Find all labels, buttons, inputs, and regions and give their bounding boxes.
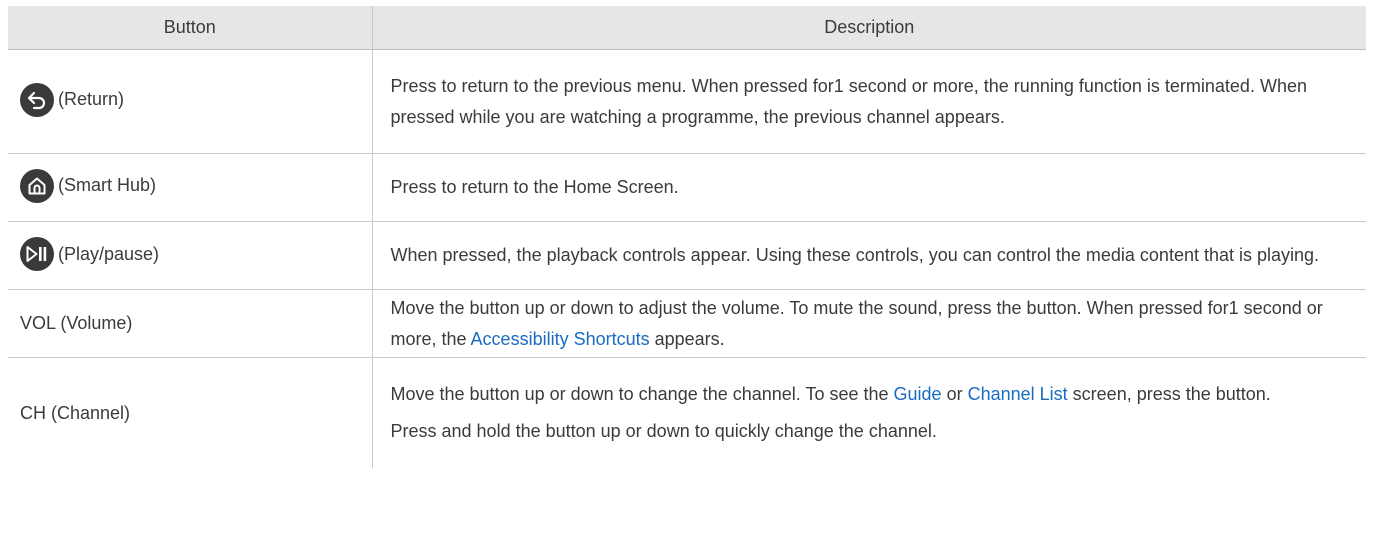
button-cell: (Play/pause) — [8, 221, 373, 290]
channel-list-link[interactable]: Channel List — [968, 384, 1068, 404]
description-smart-hub: Press to return to the Home Screen. — [372, 153, 1366, 222]
description-channel-para-1: Move the button up or down to change the… — [391, 379, 1353, 410]
description-return: Press to return to the previous menu. Wh… — [372, 49, 1366, 154]
description-volume-tail: appears. — [649, 328, 725, 349]
button-cell: (Return) — [8, 49, 373, 154]
description-channel: Move the button up or down to change the… — [372, 358, 1366, 469]
description-channel-para-2: Press and hold the button up or down to … — [390, 421, 937, 441]
description-play-pause: When pressed, the playback controls appe… — [372, 221, 1366, 290]
header-button: Button — [8, 6, 373, 50]
button-label-play-pause: (Play/pause) — [58, 243, 160, 264]
button-label-volume: VOL (Volume) — [8, 289, 373, 358]
description-channel-tail: screen, press the button. — [1067, 384, 1271, 404]
table-row: (Play/pause) When pressed, the playback … — [8, 221, 1366, 290]
accessibility-shortcuts-link[interactable]: Accessibility Shortcuts — [471, 329, 650, 349]
table-header-row: Button Description — [8, 6, 1366, 50]
description-volume: Move the button up or down to adjust the… — [372, 289, 1366, 358]
table-row: (Smart Hub) Press to return to the Home … — [8, 153, 1366, 222]
table-row: CH (Channel) Move the button up or down … — [8, 357, 1366, 469]
button-label-return: (Return) — [58, 89, 125, 109]
table-row: VOL (Volume) Move the button up or down … — [8, 289, 1366, 358]
header-description: Description — [372, 6, 1366, 50]
description-channel-or: or — [941, 384, 968, 404]
button-label-smart-hub: (Smart Hub) — [58, 175, 157, 195]
play-pause-icon — [20, 237, 54, 271]
description-channel-text: Move the button up or down to change the… — [390, 384, 894, 404]
button-cell: (Smart Hub) — [8, 153, 373, 222]
guide-link[interactable]: Guide — [894, 384, 942, 404]
table-row: (Return) Press to return to the previous… — [8, 49, 1366, 154]
remote-buttons-table: Button Description (Return) Press to ret… — [8, 6, 1366, 468]
return-icon — [20, 82, 54, 117]
button-label-channel: CH (Channel) — [8, 357, 373, 468]
home-icon — [20, 168, 54, 203]
